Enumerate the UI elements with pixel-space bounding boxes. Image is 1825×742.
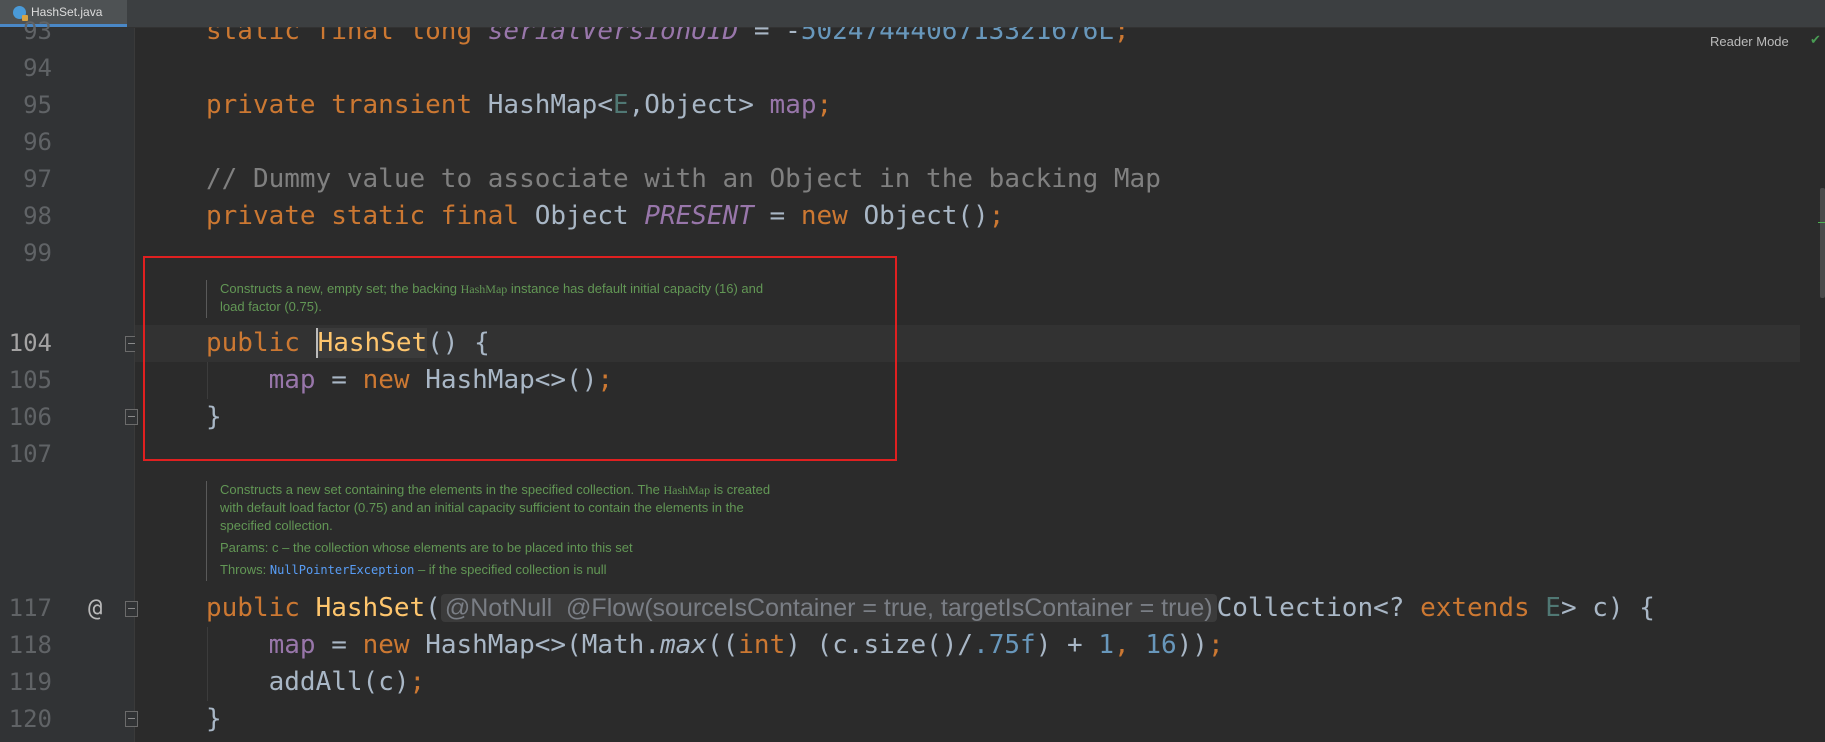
code-line-95[interactable]: private transient HashMap<E,Object> map; — [206, 87, 832, 124]
gutter-separator — [134, 28, 135, 742]
code-line-120[interactable]: } — [206, 701, 222, 738]
change-marker — [1818, 222, 1825, 223]
code-line-97[interactable]: // Dummy value to associate with an Obje… — [206, 161, 1161, 198]
javadoc-throws: Throws: NullPointerException – if the sp… — [220, 562, 607, 577]
line-number: 93 — [23, 17, 52, 45]
line-number: 98 — [23, 202, 52, 230]
line-number: 120 — [8, 705, 52, 733]
fold-toggle-icon[interactable] — [125, 409, 138, 425]
code-line-119[interactable]: addAll(c); — [206, 664, 426, 701]
code-line-98[interactable]: private static final Object PRESENT = ne… — [206, 198, 1004, 235]
line-number-active: 104 — [8, 329, 52, 357]
fold-toggle-icon[interactable] — [125, 711, 138, 727]
javadoc-text: Constructs a new set containing the elem… — [220, 482, 771, 497]
line-number: 106 — [8, 403, 52, 431]
override-marker-icon[interactable]: @ — [88, 593, 102, 623]
line-number: 94 — [23, 54, 52, 82]
inferred-annotation-hint[interactable]: @NotNull @Flow(sourceIsContainer = true,… — [440, 594, 1217, 622]
line-number: 105 — [8, 366, 52, 394]
fold-toggle-icon[interactable] — [125, 601, 138, 617]
editor-tab-bar: HashSet.java — [0, 0, 1825, 28]
javadoc-link-npe[interactable]: NullPointerException — [270, 563, 415, 577]
line-number: 117 — [8, 594, 52, 622]
line-number: 107 — [8, 440, 52, 468]
javadoc-rendered-constructor-collection[interactable]: Constructs a new set containing the elem… — [206, 481, 770, 581]
line-number: 99 — [23, 239, 52, 267]
highlight-box — [143, 256, 897, 461]
scrollbar-thumb[interactable] — [1820, 188, 1825, 298]
reader-mode-button[interactable]: Reader Mode — [1710, 34, 1789, 49]
code-line-117[interactable]: public HashSet(@NotNull @Flow(sourceIsCo… — [206, 590, 1655, 627]
vertical-scrollbar[interactable] — [1820, 28, 1825, 742]
javadoc-text: specified collection. — [220, 518, 333, 533]
line-number: 95 — [23, 91, 52, 119]
line-number: 118 — [8, 631, 52, 659]
line-number: 96 — [23, 128, 52, 156]
line-number: 97 — [23, 165, 52, 193]
javadoc-params: Params: c – the collection whose element… — [220, 540, 633, 555]
line-number: 119 — [8, 668, 52, 696]
code-line-118[interactable]: map = new HashMap<>(Math.max((int) (c.si… — [206, 627, 1224, 664]
javadoc-text: with default load factor (0.75) and an i… — [220, 500, 744, 515]
